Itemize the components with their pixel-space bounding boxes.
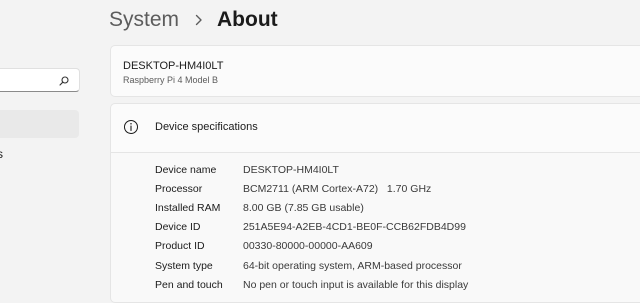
- spec-row-device-name: Device name DESKTOP-HM4I0LT: [155, 160, 468, 179]
- spec-value: DESKTOP-HM4I0LT: [243, 163, 339, 176]
- breadcrumb: System About: [109, 4, 278, 36]
- device-model: Raspberry Pi 4 Model B: [123, 75, 219, 85]
- spec-value: No pen or touch input is available for t…: [243, 278, 469, 291]
- spec-row-processor: Processor BCM2711 (ARM Cortex-A72) 1.70 …: [155, 179, 468, 198]
- spec-row-device-id: Device ID 251A5E94-A2EB-4CD1-BE0F-CCB62F…: [155, 218, 468, 237]
- navigation-pane: s: [0, 0, 96, 295]
- device-specifications-header[interactable]: Device specifications: [111, 104, 640, 153]
- spec-value: 8.00 GB (7.85 GB usable): [243, 201, 364, 214]
- spec-value: 64-bit operating system, ARM-based proce…: [243, 259, 462, 272]
- spec-list: Device name DESKTOP-HM4I0LT Processor BC…: [155, 160, 468, 294]
- search-box[interactable]: [0, 68, 80, 92]
- spec-value: BCM2711 (ARM Cortex-A72) 1.70 GHz: [243, 182, 432, 195]
- info-icon: [123, 119, 139, 135]
- spec-label: Installed RAM: [155, 201, 221, 214]
- nav-item-partial[interactable]: s: [0, 147, 3, 161]
- page-title: About: [217, 8, 278, 31]
- spec-label: Pen and touch: [155, 278, 223, 291]
- spec-label: Processor: [155, 182, 203, 195]
- device-card: DESKTOP-HM4I0LT Raspberry Pi 4 Model B: [110, 45, 640, 97]
- search-input[interactable]: [1, 72, 51, 88]
- spec-value: 00330-80000-00000-AA609: [243, 240, 373, 253]
- spec-label: Device name: [155, 163, 217, 176]
- spec-row-pen-and-touch: Pen and touch No pen or touch input is a…: [155, 275, 468, 294]
- search-icon[interactable]: [57, 74, 71, 88]
- nav-item-selected[interactable]: [0, 110, 79, 138]
- chevron-right-icon: [195, 14, 203, 26]
- spec-label: Product ID: [155, 240, 205, 253]
- spec-label: System type: [155, 259, 213, 272]
- device-specifications-card: Device specifications Device name DESKTO…: [110, 103, 640, 303]
- spec-row-product-id: Product ID 00330-80000-00000-AA609: [155, 237, 468, 256]
- spec-value: 251A5E94-A2EB-4CD1-BE0F-CCB62FDB4D99: [243, 221, 466, 234]
- device-specifications-title: Device specifications: [155, 121, 258, 133]
- spec-label: Device ID: [155, 221, 201, 234]
- spec-row-system-type: System type 64-bit operating system, ARM…: [155, 256, 468, 275]
- spec-row-installed-ram: Installed RAM 8.00 GB (7.85 GB usable): [155, 198, 468, 217]
- device-name: DESKTOP-HM4I0LT: [123, 60, 224, 72]
- breadcrumb-system[interactable]: System: [109, 8, 179, 32]
